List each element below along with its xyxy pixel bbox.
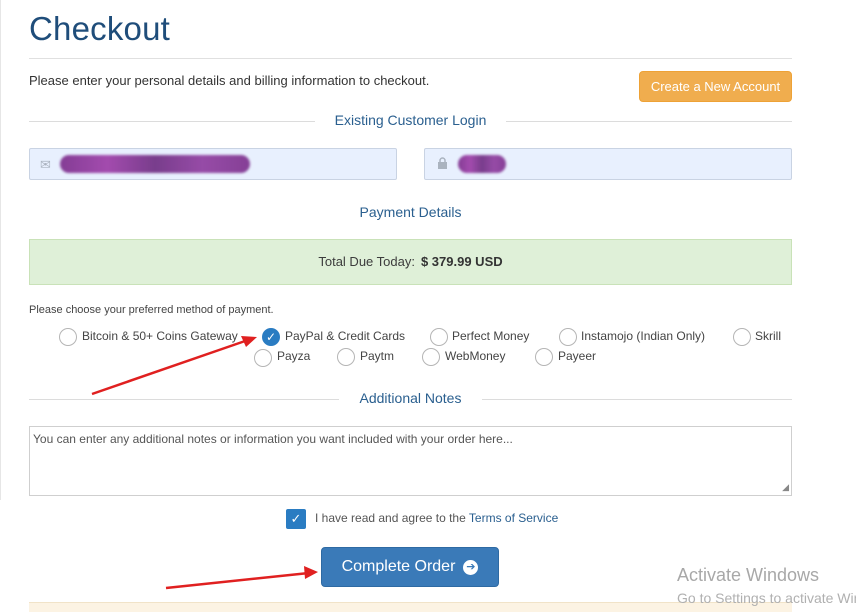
annotation-arrow-complete [165,566,318,590]
annotation-arrow-paypal [91,336,257,396]
annotation-arrows [91,336,318,590]
